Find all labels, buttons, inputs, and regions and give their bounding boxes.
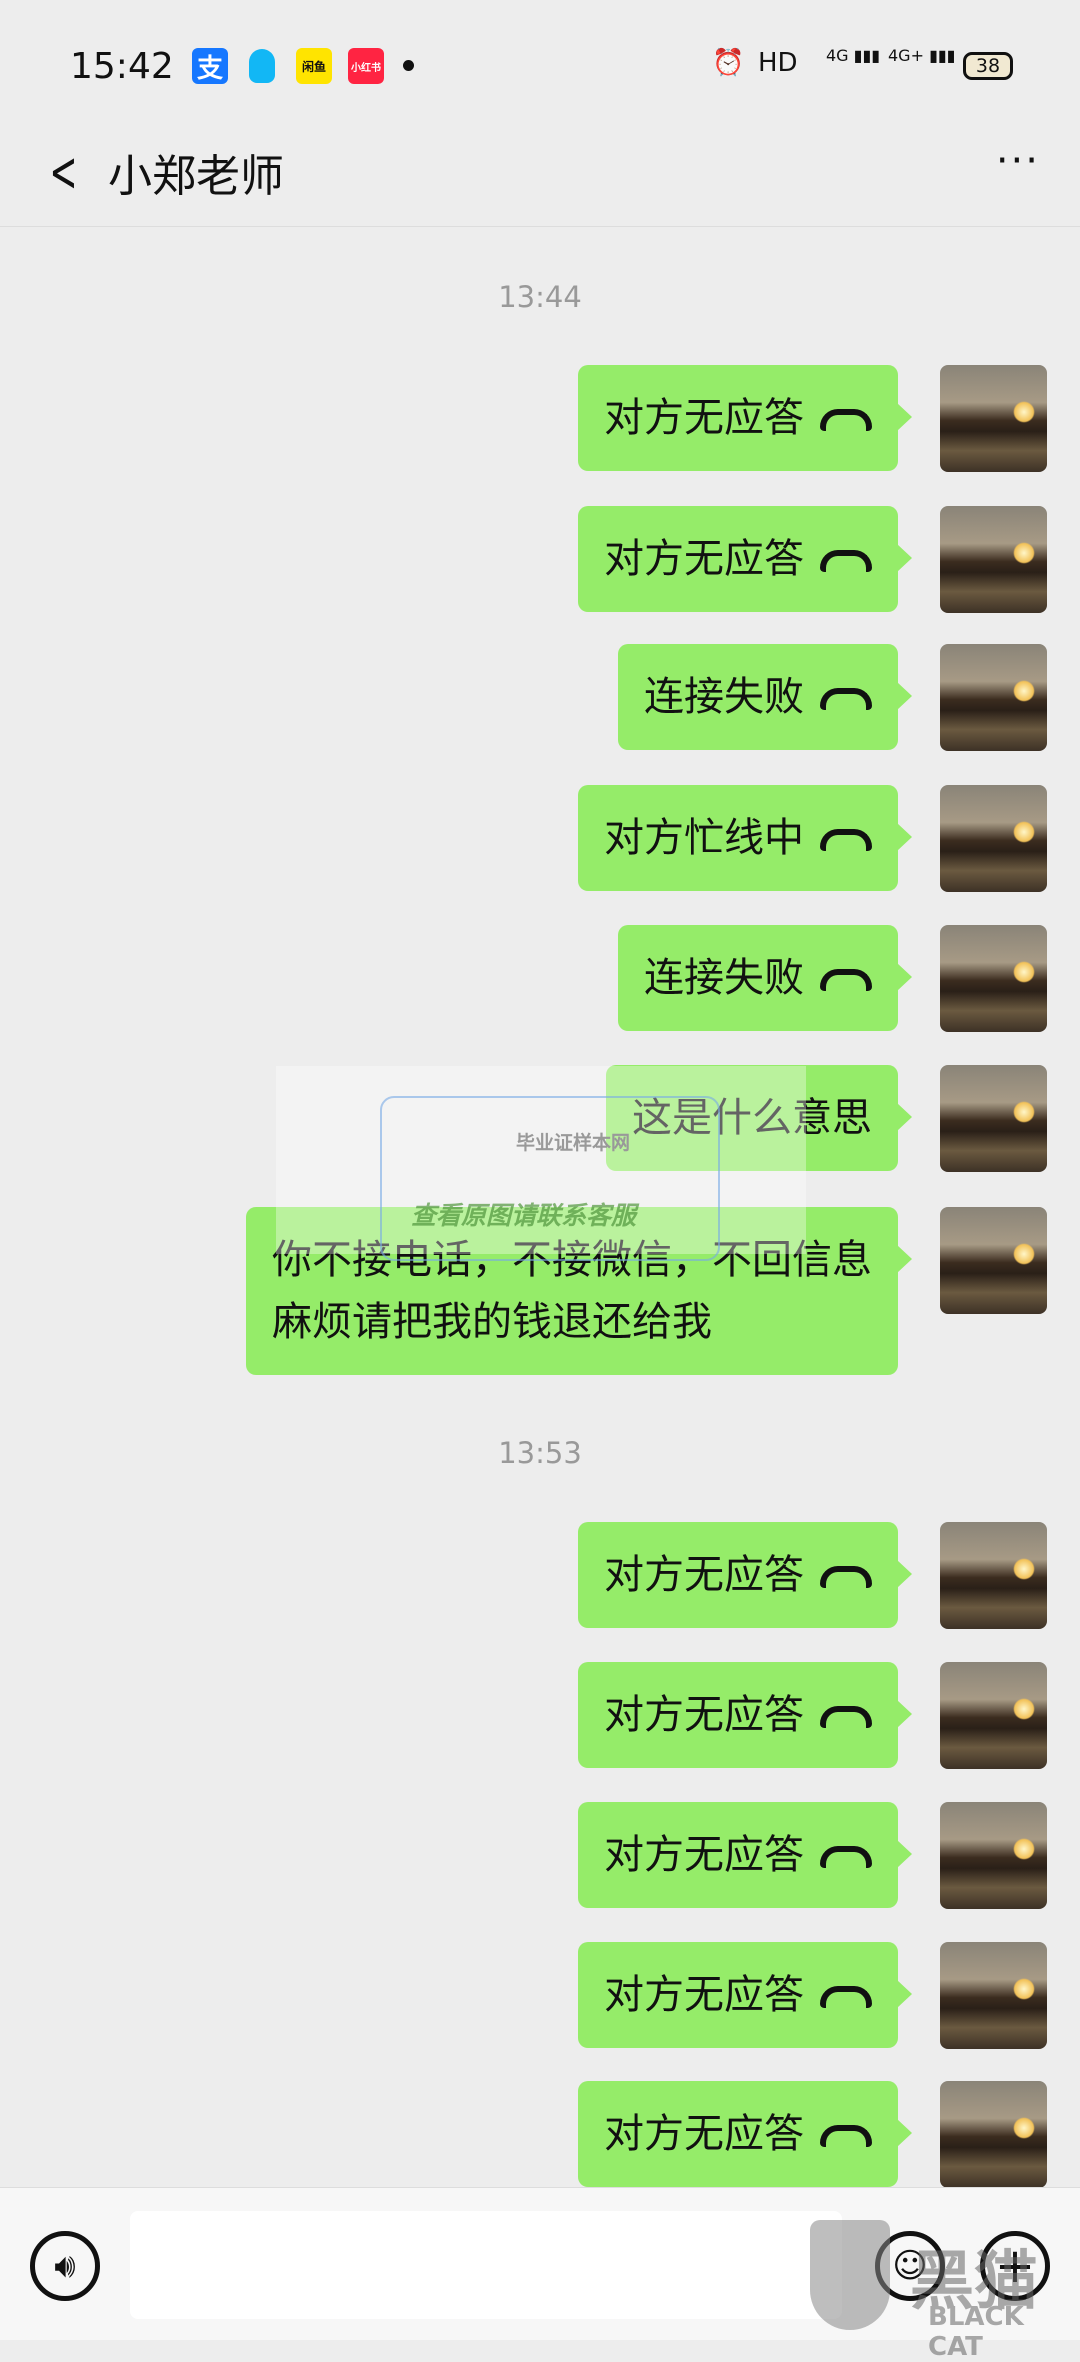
- phone-hangup-icon: [820, 1566, 872, 1588]
- avatar[interactable]: [940, 2081, 1047, 2188]
- avatar[interactable]: [940, 1802, 1047, 1909]
- message-text: 对方无应答: [604, 1692, 804, 1738]
- sunset-photo: [1013, 680, 1035, 702]
- avatar[interactable]: [940, 1522, 1047, 1629]
- avatar[interactable]: [940, 1207, 1047, 1314]
- message-text: 你不接电话，不接微信，不回信息 麻烦请把我的钱退还给我: [272, 1237, 872, 1345]
- message-bubble[interactable]: 你不接电话，不接微信，不回信息 麻烦请把我的钱退还给我: [246, 1207, 912, 1375]
- phone-hangup-icon: [820, 409, 872, 431]
- call-record-bubble[interactable]: 对方无应答: [578, 1942, 912, 2048]
- net-label: 4G+: [888, 46, 924, 65]
- avatar[interactable]: [940, 365, 1047, 472]
- avatar[interactable]: [940, 785, 1047, 892]
- sunset-photo: [1013, 2117, 1035, 2139]
- hd-label: HD: [758, 48, 798, 78]
- avatar[interactable]: [940, 506, 1047, 613]
- call-record-bubble[interactable]: 对方无应答: [578, 506, 912, 612]
- voice-icon[interactable]: 🔊︎: [30, 2231, 100, 2301]
- xiaohongshu-icon: 小红书: [348, 48, 384, 84]
- chat-header: < 小郑老师 ···: [0, 130, 1080, 227]
- avatar[interactable]: [940, 1942, 1047, 2049]
- message-text: 连接失败: [644, 955, 804, 1001]
- logo-en: BLACK CAT: [928, 2302, 1024, 2362]
- cat-shield-icon: [810, 2220, 890, 2330]
- back-icon[interactable]: <: [49, 140, 77, 205]
- more-options-icon[interactable]: ···: [996, 138, 1040, 184]
- call-record-bubble[interactable]: 对方无应答: [578, 365, 912, 471]
- qq-icon: [244, 48, 280, 84]
- phone-hangup-icon: [820, 969, 872, 991]
- message-text: 对方无应答: [604, 395, 804, 441]
- message-input[interactable]: [130, 2211, 842, 2319]
- avatar[interactable]: [940, 925, 1047, 1032]
- phone-hangup-icon: [820, 1706, 872, 1728]
- message-text: 这是什么意思: [632, 1095, 872, 1141]
- message-text: 连接失败: [644, 674, 804, 720]
- message-text: 对方无应答: [604, 536, 804, 582]
- alarm-icon: ⏰: [712, 48, 745, 78]
- sunset-photo: [1013, 401, 1035, 423]
- signal-1: 4G ▮▮▮: [826, 46, 881, 65]
- avatar[interactable]: [940, 1065, 1047, 1172]
- message-text: 对方忙线中: [604, 815, 804, 861]
- contact-name: 小郑老师: [108, 151, 284, 202]
- sunset-photo: [1013, 1243, 1035, 1265]
- sunset-photo: [1013, 1558, 1035, 1580]
- message-text: 对方无应答: [604, 1972, 804, 2018]
- message-text: 对方无应答: [604, 2111, 804, 2157]
- phone-hangup-icon: [820, 2125, 872, 2147]
- call-record-bubble[interactable]: 对方无应答: [578, 1522, 912, 1628]
- status-bar: 15:42 支 闲鱼 小红书 ⏰ HD 4G ▮▮▮ 4G+ ▮▮▮ 38: [0, 0, 1080, 130]
- timestamp: 13:53: [498, 1436, 582, 1470]
- phone-hangup-icon: [820, 688, 872, 710]
- sunset-photo: [1013, 1838, 1035, 1860]
- call-record-bubble[interactable]: 连接失败: [618, 925, 912, 1031]
- timestamp: 13:44: [498, 280, 582, 314]
- sunset-photo: [1013, 821, 1035, 843]
- avatar[interactable]: [940, 1662, 1047, 1769]
- message-text: 对方无应答: [604, 1832, 804, 1878]
- call-record-bubble[interactable]: 对方忙线中: [578, 785, 912, 891]
- call-record-bubble[interactable]: 对方无应答: [578, 1802, 912, 1908]
- signal-2: 4G+ ▮▮▮: [888, 46, 956, 65]
- message-bubble[interactable]: 这是什么意思: [606, 1065, 912, 1171]
- xianyu-icon: 闲鱼: [296, 48, 332, 84]
- alipay-icon: 支: [192, 48, 228, 84]
- phone-hangup-icon: [820, 550, 872, 572]
- phone-hangup-icon: [820, 1986, 872, 2008]
- sunset-photo: [1013, 1101, 1035, 1123]
- phone-hangup-icon: [820, 1846, 872, 1868]
- sunset-photo: [1013, 1978, 1035, 2000]
- avatar[interactable]: [940, 644, 1047, 751]
- sunset-photo: [1013, 961, 1035, 983]
- battery-icon: 38: [963, 52, 1013, 80]
- phone-hangup-icon: [820, 829, 872, 851]
- black-cat-logo: 黑猫 BLACK CAT: [810, 2220, 1080, 2362]
- net-label: 4G: [826, 46, 849, 65]
- clock: 15:42: [70, 46, 174, 87]
- message-text: 对方无应答: [604, 1552, 804, 1598]
- sunset-photo: [1013, 1698, 1035, 1720]
- notification-dot: [403, 60, 414, 71]
- call-record-bubble[interactable]: 对方无应答: [578, 1662, 912, 1768]
- sunset-photo: [1013, 542, 1035, 564]
- call-record-bubble[interactable]: 连接失败: [618, 644, 912, 750]
- call-record-bubble[interactable]: 对方无应答: [578, 2081, 912, 2187]
